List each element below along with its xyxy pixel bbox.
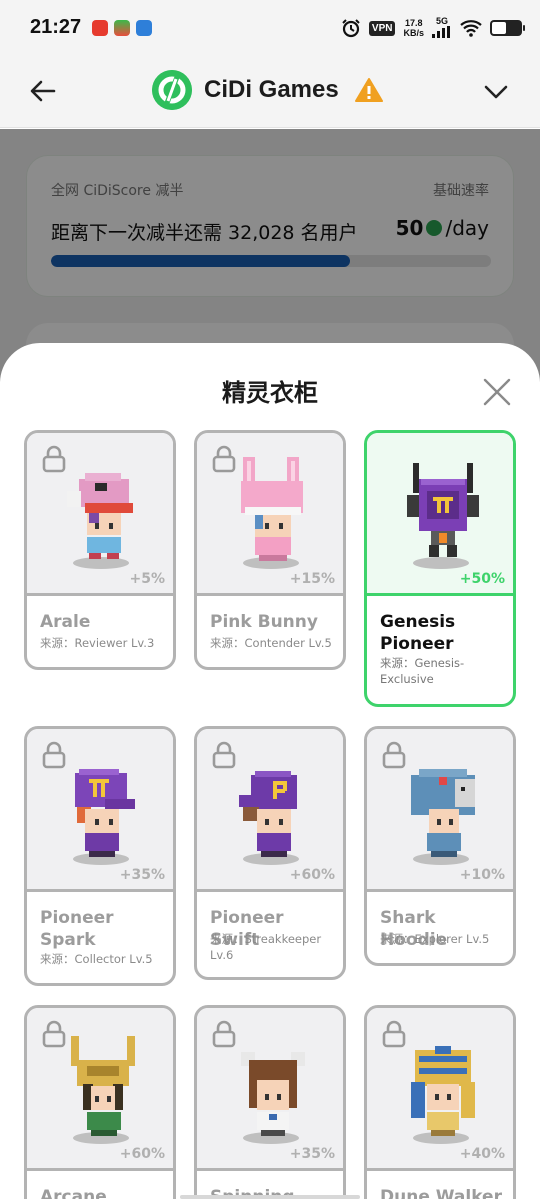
item-bonus: +35% (119, 867, 165, 883)
wardrobe-item-pioneer-swift[interactable]: +60% Pioneer Swift 来源：Streakkeeper Lv.6 (194, 726, 346, 980)
item-art: +35% (197, 1008, 343, 1171)
status-icons: VPN 17.8 KB/s 5G (341, 16, 525, 40)
app-blue-icon (136, 20, 152, 36)
arale-sprite-icon (67, 473, 133, 559)
pioneer-spark-sprite-icon (75, 769, 135, 857)
lock-icon (212, 741, 236, 769)
item-bonus: +35% (289, 1146, 335, 1162)
pink-bunny-sprite-icon (241, 457, 303, 561)
lock-icon (382, 741, 406, 769)
warning-icon[interactable] (354, 77, 383, 103)
item-art: +60% (27, 1008, 173, 1171)
item-source: 来源：Genesis-Exclusive (380, 656, 465, 686)
wardrobe-item-dune-walker[interactable]: +40% Dune Walker (364, 1005, 516, 1199)
pioneer-swift-sprite-icon (239, 771, 297, 857)
item-bonus: +15% (289, 571, 335, 587)
item-source: 来源：Reviewer Lv.3 (40, 636, 155, 650)
item-bonus: +50% (459, 571, 505, 587)
battery-icon (490, 20, 525, 36)
speed-unit: KB/s (403, 28, 424, 38)
lock-icon (212, 1020, 236, 1048)
shark-hoodie-sprite-icon (411, 769, 475, 857)
dune-walker-sprite-icon (411, 1046, 475, 1136)
wardrobe-item-shark-hoodie[interactable]: +10% Shark Hoodie 来源：Explorer Lv.5 (364, 726, 516, 966)
network-type: 5G (435, 16, 448, 26)
wardrobe-item-pioneer-spark[interactable]: +35% Pioneer Spark 来源：Collector Lv.5 (24, 726, 176, 986)
item-name: Pioneer Spark (40, 908, 114, 950)
item-bonus: +60% (119, 1146, 165, 1162)
spinning-sprite-icon (241, 1052, 305, 1136)
sheet-title: 精灵衣柜 (222, 379, 318, 407)
item-bonus: +5% (129, 571, 166, 587)
app-red-icon (92, 20, 108, 36)
wifi-icon (460, 20, 482, 37)
wardrobe-item-arcane-prince[interactable]: +60% Arcane Prince (24, 1005, 176, 1199)
chevron-down-icon[interactable] (482, 78, 510, 106)
item-source: 来源：Contender Lv.5 (210, 636, 332, 650)
wardrobe-sheet: 精灵衣柜 +5% Arale 来源：Reviewer Lv.3 +15% Pin… (0, 343, 540, 1199)
app-title: CiDi Games (204, 76, 339, 103)
app-header: CiDi Games (0, 56, 540, 128)
close-icon[interactable] (482, 377, 512, 407)
item-art: +10% (367, 729, 513, 892)
item-source: 来源：Collector Lv.5 (40, 952, 153, 966)
wardrobe-item-pink-bunny[interactable]: +15% Pink Bunny 来源：Contender Lv.5 (194, 430, 346, 670)
network-speed: 17.8 KB/s (403, 18, 424, 38)
item-source: 来源：Explorer Lv.5 (380, 932, 490, 946)
vpn-badge: VPN (368, 20, 396, 36)
lock-icon (42, 445, 66, 473)
lock-icon (42, 1020, 66, 1048)
item-source: 来源：Streakkeeper Lv.6 (210, 932, 322, 962)
item-name: Arcane Prince (40, 1187, 107, 1199)
cidi-logo-icon (152, 70, 192, 110)
alarm-icon (342, 19, 360, 38)
item-name: Dune Walker (380, 1187, 502, 1199)
item-name: Pink Bunny (210, 612, 318, 632)
item-bonus: +10% (459, 867, 505, 883)
status-app-icons (92, 20, 152, 36)
app-game-icon (114, 20, 130, 36)
item-name: Arale (40, 612, 91, 632)
item-art: +50% (367, 433, 513, 596)
lock-icon (382, 1020, 406, 1048)
lock-icon (212, 445, 236, 473)
item-art: +35% (27, 729, 173, 892)
wardrobe-item-arale[interactable]: +5% Arale 来源：Reviewer Lv.3 (24, 430, 176, 670)
lock-icon (42, 741, 66, 769)
home-indicator[interactable] (180, 1195, 360, 1199)
item-art: +40% (367, 1008, 513, 1171)
item-bonus: +40% (459, 1146, 505, 1162)
item-bonus: +60% (289, 867, 335, 883)
genesis-pioneer-sprite-icon (407, 463, 479, 557)
status-time: 21:27 (30, 16, 82, 38)
wardrobe-item-spinning[interactable]: +35% Spinning (194, 1005, 346, 1199)
item-art: +60% (197, 729, 343, 892)
speed-value: 17.8 (404, 18, 423, 28)
status-bar: 21:27 VPN 17.8 KB/s 5G (0, 0, 540, 56)
signal-icon (432, 26, 450, 38)
item-art: +5% (27, 433, 173, 596)
item-name: Genesis Pioneer (380, 612, 456, 654)
wardrobe-item-genesis-pioneer[interactable]: +50% Genesis Pioneer 来源：Genesis-Exclusiv… (364, 430, 516, 707)
back-arrow-icon[interactable] (28, 76, 58, 106)
brand[interactable]: CiDi Games (152, 70, 383, 110)
arcane-prince-sprite-icon (71, 1036, 135, 1136)
item-art: +15% (197, 433, 343, 596)
signal: 5G (432, 16, 452, 40)
